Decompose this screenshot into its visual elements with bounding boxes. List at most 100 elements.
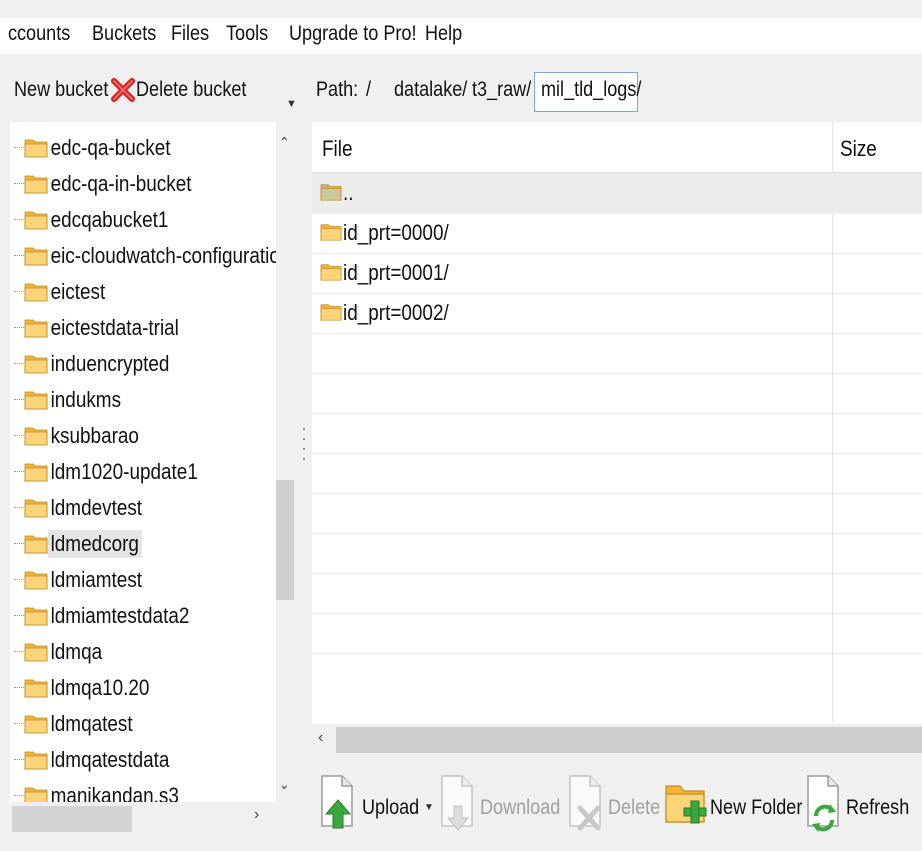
folder-icon	[24, 319, 48, 338]
parent-directory-row[interactable]: ..	[312, 173, 922, 214]
file-list-header: File Size	[312, 122, 922, 173]
upload-button[interactable]: Upload ▼	[318, 766, 434, 842]
menu-help[interactable]: Help	[425, 22, 462, 46]
folder-icon	[24, 355, 48, 374]
bucket-tree-item[interactable]: ldmqatestdata	[10, 742, 276, 776]
folder-icon	[24, 679, 48, 698]
delete-label: Delete	[608, 796, 661, 819]
upload-label: Upload	[362, 796, 420, 819]
scroll-up-icon[interactable]: ⌃	[279, 134, 290, 151]
bucket-toolbar: New bucket Delete bucket ▼	[0, 62, 302, 120]
file-toolbar: Upload ▼ Download Delete New Folder Refr…	[312, 760, 922, 844]
menu-bar: ccounts Buckets Files Tools Upgrade to P…	[0, 18, 922, 54]
file-row[interactable]: id_prt=0000/	[312, 213, 922, 254]
folder-icon	[320, 304, 342, 321]
bucket-name: edc-qa-in-bucket	[50, 171, 192, 196]
folder-icon	[24, 175, 48, 194]
scroll-right-icon[interactable]: ›	[254, 806, 259, 824]
menu-buckets[interactable]: Buckets	[92, 22, 156, 46]
path-segment-mil-tld-logs[interactable]: mil_tld_logs/	[541, 78, 641, 102]
path-current-segment[interactable]: mil_tld_logs/	[534, 72, 641, 112]
delete-bucket-button[interactable]: Delete bucket	[136, 78, 246, 102]
bucket-name: indukms	[50, 387, 122, 412]
file-row[interactable]: id_prt=0001/	[312, 253, 922, 294]
bucket-tree-item[interactable]: ldmedcorg	[10, 526, 276, 560]
file-hscroll-thumb[interactable]	[336, 727, 922, 753]
bucket-name: induencrypted	[50, 351, 170, 376]
scroll-left-icon[interactable]: ‹	[318, 729, 323, 747]
file-name: id_prt=0002/	[343, 300, 449, 325]
bucket-tree-item[interactable]: ldmiamtest	[10, 562, 276, 596]
folder-icon	[24, 139, 48, 158]
new-folder-button[interactable]: New Folder	[664, 766, 802, 842]
bucket-tree-item[interactable]: ldmdevtest	[10, 490, 276, 524]
bucket-tree-item[interactable]: edcqabucket1	[10, 202, 276, 236]
menu-accounts[interactable]: ccounts	[8, 22, 70, 46]
new-folder-icon	[665, 785, 707, 824]
bucket-tree-item[interactable]: ldmiamtestdata2	[10, 598, 276, 632]
folder-icon	[24, 391, 48, 410]
bucket-tree-item[interactable]: manikandan.s3	[10, 778, 276, 802]
delete-button[interactable]: Delete	[566, 766, 661, 842]
folder-icon	[24, 211, 48, 230]
bucket-name: ldmdevtest	[50, 495, 143, 520]
bucket-name: eictestdata-trial	[50, 315, 179, 340]
empty-row	[312, 373, 922, 414]
bucket-name: ldmqa10.20	[50, 675, 150, 700]
bucket-name: ldmqa	[50, 639, 103, 664]
delete-file-icon	[569, 775, 601, 831]
scroll-down-icon[interactable]: ⌄	[279, 776, 290, 793]
bucket-tree-item[interactable]: indukms	[10, 382, 276, 416]
toolbar-overflow-icon[interactable]: ▼	[286, 98, 297, 112]
file-name: id_prt=0000/	[343, 220, 449, 245]
file-list-horizontal-scrollbar[interactable]: ‹	[312, 724, 922, 756]
menu-tools[interactable]: Tools	[226, 22, 268, 46]
bucket-tree-item[interactable]: eictestdata-trial	[10, 310, 276, 344]
folder-icon	[24, 643, 48, 662]
path-root[interactable]: /	[366, 78, 371, 102]
bucket-tree-item[interactable]: ldmqa	[10, 634, 276, 668]
new-bucket-button[interactable]: New bucket	[14, 78, 108, 102]
refresh-button[interactable]: Refresh	[804, 766, 916, 842]
bucket-tree-item[interactable]: ldm1020-update1	[10, 454, 276, 488]
folder-icon	[24, 715, 48, 734]
bucket-name: eictest	[50, 279, 106, 304]
bucket-tree-item[interactable]: ldmqa10.20	[10, 670, 276, 704]
empty-row	[312, 453, 922, 494]
folder-icon	[24, 607, 48, 626]
path-label: Path:	[316, 78, 359, 101]
bucket-tree-item[interactable]: ksubbarao	[10, 418, 276, 452]
bucket-tree-item[interactable]: eic-cloudwatch-configuration	[10, 238, 276, 272]
folder-icon	[320, 224, 342, 241]
folder-icon	[24, 787, 48, 802]
bucket-tree-item[interactable]: edc-qa-bucket	[10, 130, 276, 164]
column-file[interactable]: File	[322, 136, 352, 162]
pane-splitter[interactable]	[302, 428, 306, 478]
column-size[interactable]: Size	[840, 136, 877, 162]
menu-upgrade[interactable]: Upgrade to Pro!	[289, 22, 417, 46]
folder-icon	[24, 751, 48, 770]
bucket-tree-item[interactable]: induencrypted	[10, 346, 276, 380]
tree-vertical-scrollbar[interactable]	[276, 122, 296, 802]
file-name: id_prt=0001/	[343, 260, 449, 285]
download-label: Download	[480, 796, 561, 819]
bucket-tree-item[interactable]: edc-qa-in-bucket	[10, 166, 276, 200]
download-button[interactable]: Download	[438, 766, 561, 842]
upload-dropdown-icon[interactable]: ▼	[424, 802, 434, 813]
folder-icon	[24, 427, 48, 446]
path-segment-datalake[interactable]: datalake/	[394, 78, 467, 102]
bucket-name: edc-qa-bucket	[50, 135, 171, 160]
tree-hscroll-thumb[interactable]	[12, 806, 132, 832]
file-row[interactable]: id_prt=0002/	[312, 293, 922, 334]
bucket-tree-item[interactable]: eictest	[10, 274, 276, 308]
path-segment-t3-raw[interactable]: t3_raw/	[472, 78, 531, 102]
bucket-name: edcqabucket1	[50, 207, 169, 232]
folder-icon	[320, 264, 342, 281]
delete-bucket-icon[interactable]	[110, 76, 136, 104]
empty-row	[312, 533, 922, 574]
download-icon	[441, 775, 473, 831]
bucket-tree-item[interactable]: ldmqatest	[10, 706, 276, 740]
tree-scroll-thumb[interactable]	[276, 480, 294, 600]
menu-files[interactable]: Files	[171, 22, 209, 46]
bucket-name: ldm1020-update1	[50, 459, 198, 484]
